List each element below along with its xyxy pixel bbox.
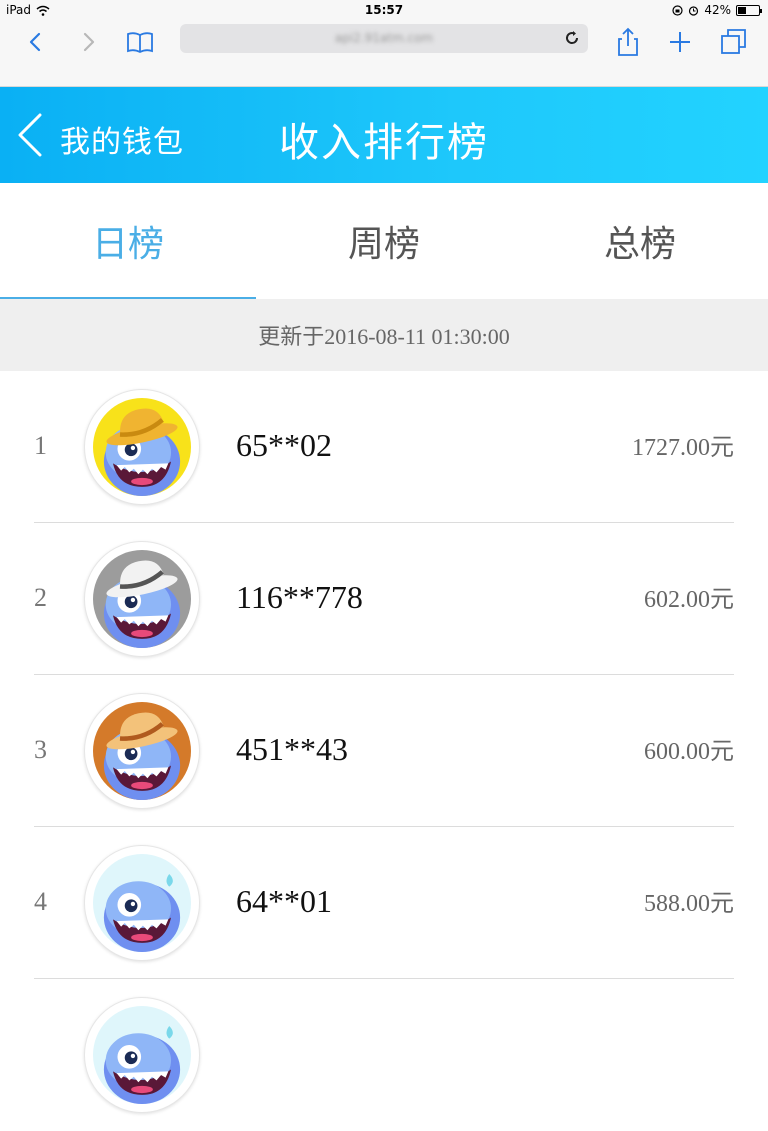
avatar (84, 693, 200, 809)
bookmarks-icon[interactable] (122, 24, 158, 60)
reload-icon[interactable] (562, 28, 582, 48)
app-header: 我的钱包 收入排行榜 (0, 87, 768, 183)
monster-avatar-icon (93, 702, 191, 800)
address-bar[interactable]: api2.91atm.com (180, 24, 588, 53)
list-item[interactable]: 2 116**778 602.00元 (0, 523, 768, 675)
avatar (84, 997, 200, 1113)
back-icon[interactable] (18, 24, 54, 60)
clock: 15:57 (364, 3, 404, 17)
user-name: 451**43 (236, 731, 348, 767)
tab-total[interactable]: 总榜 (512, 183, 768, 299)
update-time: 更新于2016-08-11 01:30:00 (0, 299, 768, 371)
new-tab-icon[interactable] (662, 24, 698, 60)
user-name: 116**778 (236, 579, 363, 615)
url-text: api2.91atm.com (334, 31, 434, 45)
rank-number: 4 (34, 887, 47, 916)
share-icon[interactable] (610, 24, 646, 60)
battery-icon (736, 4, 762, 16)
avatar (84, 541, 200, 657)
monster-avatar-icon (93, 854, 191, 952)
list-item[interactable]: 4 64**01 588.00元 (0, 827, 768, 979)
avatar (84, 389, 200, 505)
income-amount: 600.00元 (644, 739, 734, 765)
list-item[interactable]: 1 65**02 1727.00元 (0, 371, 768, 523)
tab-weekly[interactable]: 周榜 (256, 183, 512, 299)
rotation-lock-icon (672, 4, 683, 16)
user-name: 64**01 (236, 883, 332, 919)
rank-number: 1 (34, 431, 47, 460)
monster-avatar-icon (93, 1006, 191, 1104)
ranking-tabs: 日榜 周榜 总榜 (0, 183, 768, 299)
list-item-partial[interactable] (0, 979, 768, 1131)
income-amount: 1727.00元 (632, 435, 734, 461)
battery-percent: 42% (704, 3, 731, 17)
income-amount: 588.00元 (644, 891, 734, 917)
monster-avatar-icon (93, 398, 191, 496)
rank-number: 2 (34, 583, 47, 612)
user-name: 65**02 (236, 427, 332, 463)
page-title: 收入排行榜 (279, 120, 489, 166)
tab-daily[interactable]: 日榜 (0, 183, 256, 299)
forward-icon[interactable] (70, 24, 106, 60)
income-amount: 602.00元 (644, 587, 734, 613)
status-bar: iPad 15:57 42% (0, 0, 768, 20)
avatar (84, 845, 200, 961)
ranking-list: 1 65**02 1727.00元 2 116**778 602.00元 3 4… (0, 371, 768, 1131)
tabs-overview-icon[interactable] (716, 24, 752, 60)
list-item[interactable]: 3 451**43 600.00元 (0, 675, 768, 827)
browser-toolbar: api2.91atm.com (0, 20, 768, 87)
monster-avatar-icon (93, 550, 191, 648)
alarm-icon (689, 5, 699, 16)
rank-number: 3 (34, 735, 47, 764)
